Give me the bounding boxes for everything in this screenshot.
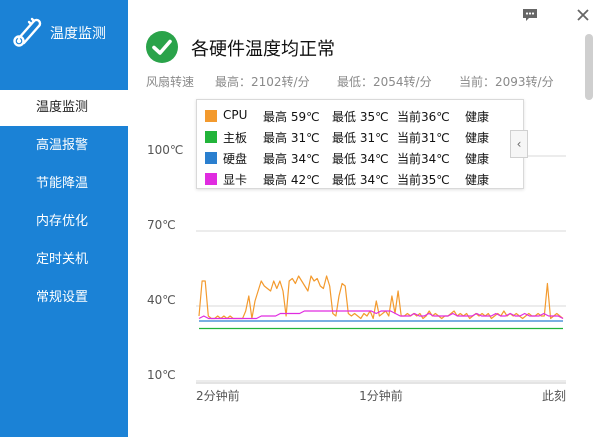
legend-status: 健康 — [465, 152, 490, 166]
x-tick-label: 1分钟前 — [359, 388, 403, 403]
y-tick-label: 70℃ — [147, 218, 176, 232]
legend-name: 硬盘 — [223, 152, 248, 166]
legend-min: 最低 35℃ — [332, 110, 389, 124]
legend-row-motherboard: 主板 最高 31℃ 最低 31℃ 当前31℃ 健康 — [197, 126, 525, 148]
x-tick-label: 2分钟前 — [196, 388, 240, 403]
legend-status: 健康 — [465, 173, 490, 187]
legend-row-disk: 硬盘 最高 34℃ 最低 34℃ 当前34℃ 健康 — [197, 147, 525, 169]
legend-current: 当前36℃ — [397, 110, 450, 124]
legend-status: 健康 — [465, 110, 490, 124]
legend-name: CPU — [223, 108, 248, 122]
legend-name: 主板 — [223, 131, 248, 145]
legend-swatch-gpu — [205, 173, 217, 185]
legend-max: 最高 34℃ — [263, 152, 320, 166]
series-line-CPU — [198, 275, 564, 320]
legend-swatch-disk — [205, 152, 217, 164]
legend-max: 最高 31℃ — [263, 131, 320, 145]
legend-panel: CPU 最高 59℃ 最低 35℃ 当前36℃ 健康 主板 最高 31℃ 最低 … — [196, 99, 524, 189]
legend-max: 最高 42℃ — [263, 173, 320, 187]
legend-collapse-button[interactable]: ‹ — [510, 130, 528, 158]
legend-row-gpu: 显卡 最高 42℃ 最低 34℃ 当前35℃ 健康 — [197, 168, 525, 190]
legend-row-cpu: CPU 最高 59℃ 最低 35℃ 当前36℃ 健康 — [197, 105, 525, 127]
legend-swatch-motherboard — [205, 131, 217, 143]
legend-current: 当前35℃ — [397, 173, 450, 187]
y-tick-label: 100℃ — [147, 143, 183, 157]
y-tick-label: 40℃ — [147, 293, 176, 307]
legend-min: 最低 34℃ — [332, 152, 389, 166]
y-tick-label: 10℃ — [147, 368, 176, 382]
legend-min: 最低 34℃ — [332, 173, 389, 187]
scrollbar-thumb[interactable] — [585, 34, 593, 100]
legend-status: 健康 — [465, 131, 490, 145]
x-tick-label: 此刻 — [542, 389, 566, 403]
legend-current: 当前34℃ — [397, 152, 450, 166]
legend-max: 最高 59℃ — [263, 110, 320, 124]
legend-current: 当前31℃ — [397, 131, 450, 145]
temperature-chart: 100℃ 70℃ 40℃ 10℃ 2分钟前 1分钟前 此刻 — [147, 143, 566, 403]
legend-min: 最低 31℃ — [332, 131, 389, 145]
legend-swatch-cpu — [205, 110, 217, 122]
legend-name: 显卡 — [223, 173, 248, 187]
